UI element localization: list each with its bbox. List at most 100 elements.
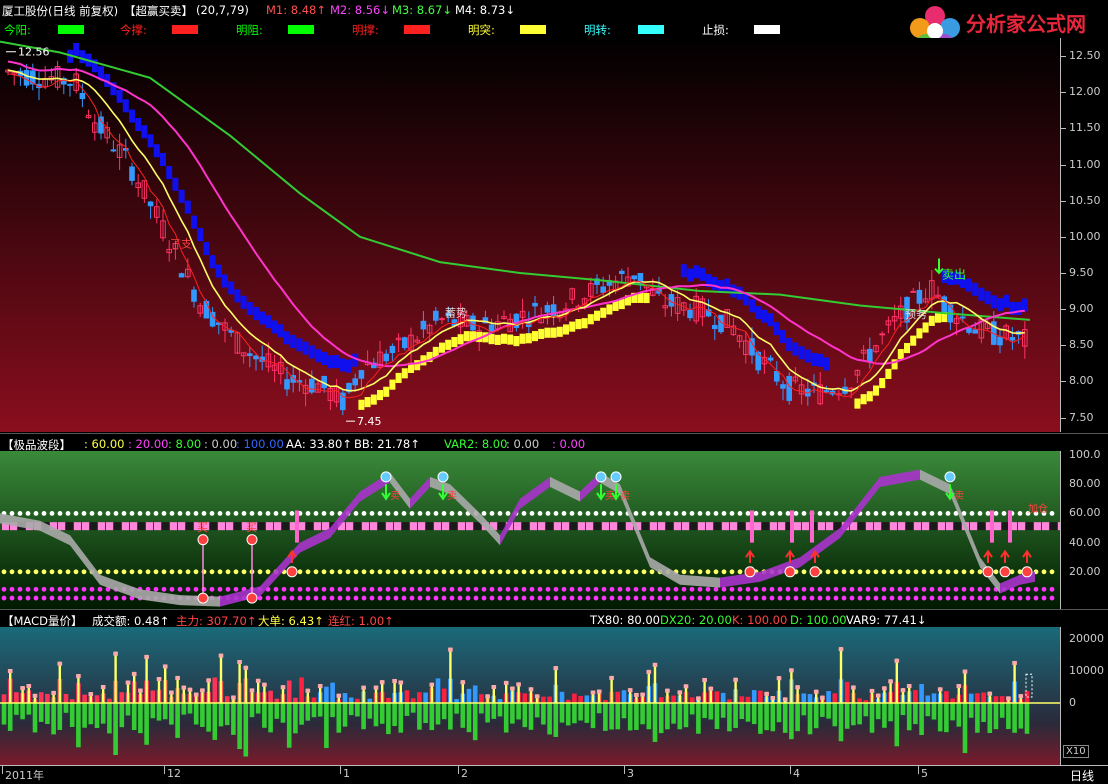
m1-value: M1: 8.48↑	[266, 3, 327, 17]
volume-bar	[63, 694, 69, 703]
wave-panel[interactable]: 买买卖卖卖卖卖加仓	[0, 451, 1060, 609]
dot-8	[321, 586, 327, 592]
dot-8	[801, 586, 807, 592]
dot-20	[33, 569, 39, 575]
big-order-cap	[646, 669, 652, 674]
dot-20	[937, 569, 943, 575]
dot-20	[585, 569, 591, 575]
dot-0	[721, 595, 727, 601]
price-chart-panel[interactable]: 12.56 7.45 卖出 了支 蓄势 预务	[0, 38, 1060, 432]
support-block	[897, 349, 904, 360]
band-cell	[754, 522, 761, 531]
resistance-block	[135, 118, 142, 132]
macd-panel[interactable]	[0, 627, 1060, 765]
tick-mark	[1061, 381, 1066, 383]
dot-20	[921, 569, 927, 575]
dot-8	[1049, 586, 1055, 592]
support-block	[439, 342, 445, 353]
dot-8	[761, 586, 767, 592]
negative-bar	[801, 703, 807, 716]
signal-ball-icon	[286, 566, 298, 578]
signal-ball-icon	[1021, 566, 1033, 578]
legend-swatch-6	[754, 25, 780, 34]
dot-8	[393, 586, 399, 592]
support-block	[377, 389, 383, 401]
legend-label-5: 明转:	[584, 23, 611, 37]
scale-label[interactable]: X10	[1063, 745, 1089, 758]
negative-bar	[193, 703, 199, 725]
dot-60	[153, 511, 159, 516]
dot-8	[433, 586, 439, 592]
negative-bar	[398, 703, 404, 733]
big-order-cap	[125, 680, 131, 685]
dot-8	[721, 586, 727, 592]
stock-title[interactable]: 厦工股份(日线 前复权)	[2, 3, 118, 19]
big-order-cap	[373, 685, 379, 690]
support-block	[643, 292, 650, 304]
resistance-block	[823, 357, 830, 371]
support-block	[414, 360, 421, 371]
dot-0	[49, 595, 55, 601]
negative-bar	[826, 703, 831, 719]
support-block	[507, 334, 514, 345]
support-block	[513, 336, 520, 347]
candle-body	[767, 357, 774, 361]
dot-8	[417, 586, 423, 592]
dot-60	[225, 511, 231, 516]
wave-chart[interactable]: 买买卖卖卖卖卖加仓	[0, 451, 1060, 609]
buy-ball-icon	[197, 592, 209, 604]
time-label: 2011年	[5, 769, 44, 782]
negative-bar	[559, 703, 565, 723]
dot-8	[17, 586, 23, 592]
band-cell	[738, 522, 745, 531]
dot-60	[25, 511, 31, 516]
candle-body	[774, 370, 780, 382]
dot-8	[361, 586, 367, 592]
band-cell	[890, 522, 897, 531]
volume-bar	[1, 694, 7, 703]
support-block	[563, 324, 569, 335]
dot-8	[737, 586, 743, 592]
dot-0	[913, 595, 919, 601]
candle-body	[544, 305, 551, 313]
dot-0	[353, 595, 359, 601]
price-chart[interactable]: 12.56 7.45 卖出 了支蓄势 预务	[0, 38, 1060, 432]
negative-bar	[503, 703, 509, 733]
band-cell	[906, 522, 913, 531]
buy-label: 买	[197, 521, 208, 534]
dot-0	[121, 595, 127, 601]
resistance-block	[184, 200, 191, 214]
band-cell	[706, 522, 713, 531]
resistance-block	[172, 177, 179, 191]
negative-bar	[553, 703, 559, 737]
dot-8	[833, 586, 839, 592]
dot-0	[905, 595, 911, 601]
dot-8	[593, 586, 599, 592]
dot-8	[753, 586, 759, 592]
dot-8	[185, 586, 191, 592]
candle-body	[98, 116, 104, 134]
dot-20	[337, 569, 343, 575]
dot-20	[361, 569, 367, 575]
macd-chart[interactable]	[0, 627, 1060, 765]
dot-60	[129, 511, 135, 516]
negative-bar	[38, 703, 44, 722]
volume-bar	[342, 693, 348, 703]
dot-0	[753, 595, 759, 601]
negative-bar	[683, 703, 689, 728]
dot-20	[601, 569, 607, 575]
tick-mark	[1061, 309, 1066, 311]
dot-0	[673, 595, 679, 601]
indicator-name[interactable]: 【超赢买卖】	[124, 3, 193, 19]
dot-20	[73, 569, 79, 575]
resistance-block	[333, 354, 340, 369]
band-cell	[762, 522, 769, 531]
dot-8	[353, 586, 359, 592]
dot-60	[897, 511, 903, 516]
resistance-block	[277, 324, 284, 338]
dot-20	[353, 569, 359, 575]
period-label[interactable]: 日线	[1070, 767, 1094, 784]
negative-bar	[454, 703, 459, 714]
candle-body	[383, 353, 389, 362]
resistance-block	[761, 309, 768, 323]
